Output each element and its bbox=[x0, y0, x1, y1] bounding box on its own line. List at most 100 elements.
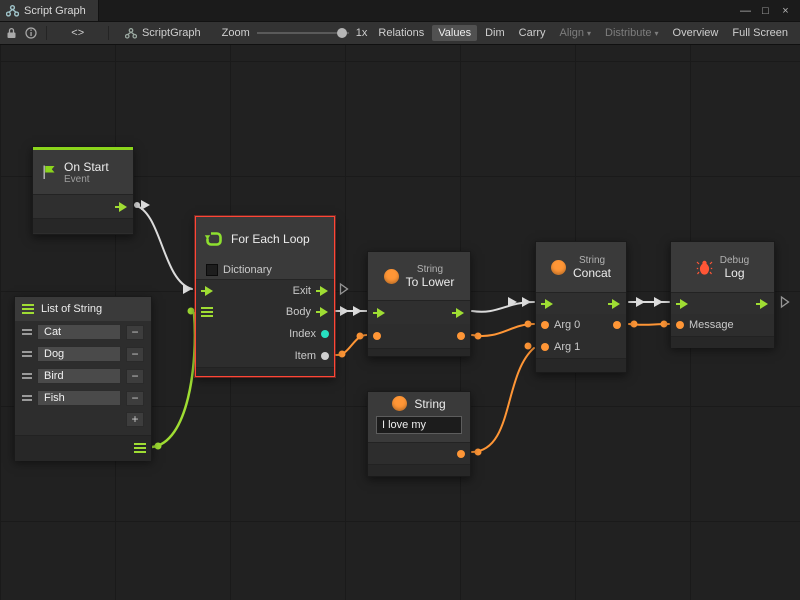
collection-in-port[interactable] bbox=[201, 307, 213, 318]
values-button[interactable]: Values bbox=[432, 25, 477, 41]
node-title: On Start bbox=[64, 160, 109, 174]
body-port[interactable] bbox=[316, 307, 329, 317]
breadcrumb-label: ScriptGraph bbox=[142, 27, 201, 39]
remove-item-button[interactable]: − bbox=[126, 347, 144, 362]
chevron-down-icon: ▾ bbox=[655, 29, 659, 38]
wire-onstart-to-foreach[interactable] bbox=[134, 205, 192, 289]
list-item-row: Fish − bbox=[15, 387, 151, 409]
breadcrumb[interactable]: ScriptGraph bbox=[125, 27, 201, 39]
remove-item-button[interactable]: − bbox=[126, 391, 144, 406]
port-row bbox=[33, 194, 133, 218]
flow-out-port[interactable] bbox=[115, 202, 128, 212]
wire-endpoint-dot bbox=[188, 308, 195, 315]
minimize-button[interactable]: — bbox=[737, 2, 754, 20]
arg0-port[interactable] bbox=[541, 321, 549, 329]
add-item-button[interactable]: + bbox=[126, 412, 144, 427]
close-button[interactable]: × bbox=[777, 2, 794, 20]
wire-endpoint-dot bbox=[357, 333, 364, 340]
zoom-slider-thumb[interactable] bbox=[337, 28, 347, 38]
remove-item-button[interactable]: − bbox=[126, 325, 144, 340]
lock-button[interactable] bbox=[4, 24, 19, 42]
string-in-port[interactable] bbox=[373, 332, 381, 340]
maximize-button[interactable]: □ bbox=[757, 2, 774, 20]
node-string-literal[interactable]: String bbox=[367, 391, 471, 477]
list-item-field[interactable]: Bird bbox=[37, 368, 121, 384]
node-debug-log[interactable]: Debug Log Message bbox=[670, 241, 775, 347]
flow-in-port[interactable] bbox=[201, 286, 214, 296]
exit-port[interactable] bbox=[316, 286, 329, 296]
tab-script-graph[interactable]: Script Graph bbox=[0, 0, 99, 21]
wire-tolower-to-concat[interactable] bbox=[472, 302, 534, 312]
dictionary-checkbox[interactable] bbox=[206, 264, 218, 276]
flow-in-port[interactable] bbox=[676, 299, 689, 309]
fullscreen-button[interactable]: Full Screen bbox=[726, 25, 794, 41]
arg1-port[interactable] bbox=[541, 343, 549, 351]
flow-in-port[interactable] bbox=[373, 308, 386, 318]
exit-port-label: Exit bbox=[293, 285, 311, 297]
distribute-dropdown[interactable]: Distribute▾ bbox=[599, 25, 664, 41]
wire-list-to-foreach[interactable] bbox=[152, 313, 195, 447]
flow-out-port[interactable] bbox=[452, 308, 465, 318]
zoom-control: Zoom 1x bbox=[222, 27, 368, 39]
carry-button[interactable]: Carry bbox=[513, 25, 552, 41]
string-out-port[interactable] bbox=[457, 332, 465, 340]
wire-item-to-tolower[interactable] bbox=[336, 335, 367, 355]
info-button[interactable] bbox=[24, 24, 39, 42]
drag-handle-icon[interactable] bbox=[22, 395, 32, 402]
node-for-each-loop[interactable]: For Each Loop Dictionary Exit Body bbox=[195, 216, 335, 377]
node-list-of-string[interactable]: List of String Cat − Dog − Bird − Fish − bbox=[14, 296, 152, 460]
drag-handle-icon[interactable] bbox=[22, 329, 32, 336]
remove-item-button[interactable]: − bbox=[126, 369, 144, 384]
port-row: Arg 0 bbox=[536, 314, 626, 336]
wire-arrowhead bbox=[340, 306, 349, 316]
node-on-start[interactable]: On Start Event bbox=[32, 146, 134, 235]
string-literal-input[interactable] bbox=[376, 416, 462, 434]
relations-button[interactable]: Relations bbox=[372, 25, 430, 41]
align-dropdown[interactable]: Align▾ bbox=[554, 25, 597, 41]
edit-source-button[interactable]: <> bbox=[65, 25, 90, 41]
port-row: Index bbox=[196, 323, 334, 345]
flow-out-port[interactable] bbox=[608, 299, 621, 309]
item-port[interactable] bbox=[321, 352, 329, 360]
index-port[interactable] bbox=[321, 330, 329, 338]
body-port-label: Body bbox=[286, 306, 311, 318]
wire-concat-to-message[interactable] bbox=[629, 324, 669, 325]
wire-endpoint-dot bbox=[525, 343, 532, 350]
flow-in-port[interactable] bbox=[541, 299, 554, 309]
wire-arrowhead bbox=[141, 200, 150, 210]
arg1-label: Arg 1 bbox=[554, 341, 580, 353]
zoom-slider-track[interactable] bbox=[257, 32, 349, 34]
tab-bar: Script Graph — □ × bbox=[0, 0, 800, 22]
node-subtitle: Event bbox=[64, 174, 90, 185]
toolbar-separator bbox=[108, 26, 109, 40]
script-graph-icon bbox=[125, 28, 137, 39]
node-title: List of String bbox=[41, 302, 102, 316]
wire-literal-to-arg1[interactable] bbox=[472, 348, 534, 452]
message-port[interactable] bbox=[676, 321, 684, 329]
node-to-lower[interactable]: String To Lower bbox=[367, 251, 471, 357]
list-item-field[interactable]: Cat bbox=[37, 324, 121, 340]
list-add-row: + bbox=[15, 409, 151, 429]
node-concat[interactable]: String Concat Arg 0 Arg 1 bbox=[535, 241, 627, 373]
list-out-port[interactable] bbox=[134, 443, 146, 454]
list-item-field[interactable]: Dog bbox=[37, 346, 121, 362]
dictionary-label: Dictionary bbox=[223, 264, 272, 276]
dim-button[interactable]: Dim bbox=[479, 25, 511, 41]
zoom-slider[interactable] bbox=[257, 27, 349, 39]
node-footer bbox=[33, 218, 133, 233]
list-icon bbox=[22, 304, 34, 315]
flow-out-port[interactable] bbox=[756, 299, 769, 309]
result-out-port[interactable] bbox=[613, 321, 621, 329]
node-title: To Lower bbox=[406, 275, 455, 289]
wire-arrowhead bbox=[636, 297, 645, 307]
wire-tolower-to-arg0[interactable] bbox=[472, 324, 534, 336]
drag-handle-icon[interactable] bbox=[22, 351, 32, 358]
graph-canvas[interactable]: On Start Event List of String Cat − bbox=[0, 45, 800, 600]
list-item-field[interactable]: Fish bbox=[37, 390, 121, 406]
drag-handle-icon[interactable] bbox=[22, 373, 32, 380]
node-header: On Start Event bbox=[33, 150, 133, 194]
port-row: Message bbox=[671, 314, 774, 336]
overview-button[interactable]: Overview bbox=[667, 25, 725, 41]
toolbar-separator bbox=[46, 26, 47, 40]
string-out-port[interactable] bbox=[457, 450, 465, 458]
